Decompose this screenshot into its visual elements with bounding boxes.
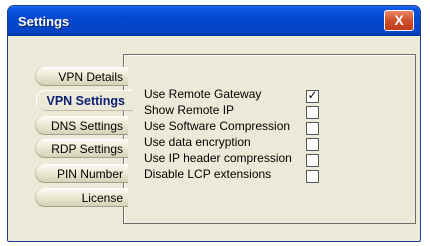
tab-vpn-details[interactable]: VPN Details bbox=[36, 67, 128, 86]
tab-label: PIN Number bbox=[56, 167, 123, 181]
tab-label: RDP Settings bbox=[51, 142, 123, 156]
title-bar[interactable]: Settings X bbox=[8, 6, 420, 36]
tab-label: VPN Details bbox=[58, 70, 123, 84]
option-use-software-compression-label: Use Software Compression bbox=[144, 119, 291, 133]
show-remote-ip-checkbox[interactable] bbox=[306, 106, 319, 119]
tab-dns-settings[interactable]: DNS Settings bbox=[36, 116, 128, 135]
use-data-encryption-checkbox[interactable] bbox=[306, 138, 319, 151]
use-software-compression-checkbox[interactable] bbox=[306, 122, 319, 135]
tab-label: DNS Settings bbox=[50, 119, 123, 133]
tab-pin-number[interactable]: PIN Number bbox=[36, 164, 128, 183]
use-ip-header-compression-checkbox[interactable] bbox=[306, 154, 319, 167]
close-button[interactable]: X bbox=[384, 10, 414, 31]
tab-label: License bbox=[81, 191, 123, 205]
window-title: Settings bbox=[18, 14, 70, 29]
tab-license[interactable]: License bbox=[36, 188, 128, 207]
tab-rdp-settings[interactable]: RDP Settings bbox=[36, 139, 128, 158]
settings-window: Settings X VPN Details VPN Settings DNS … bbox=[7, 5, 421, 242]
option-disable-lcp-extensions-label: Disable LCP extensions bbox=[144, 167, 272, 181]
tab-vpn-settings[interactable]: VPN Settings bbox=[37, 90, 133, 111]
use-remote-gateway-checkbox[interactable]: ✓ bbox=[306, 88, 319, 103]
option-use-remote-gateway-label: Use Remote Gateway bbox=[144, 87, 262, 101]
option-show-remote-ip-label: Show Remote IP bbox=[144, 103, 235, 117]
checkmark-icon: ✓ bbox=[307, 88, 318, 102]
disable-lcp-extensions-checkbox[interactable] bbox=[306, 170, 319, 183]
option-use-ip-header-compression-label: Use IP header compression bbox=[144, 151, 292, 165]
close-icon: X bbox=[394, 12, 404, 28]
tab-label: VPN Settings bbox=[46, 94, 126, 108]
option-use-data-encryption-label: Use data encryption bbox=[144, 135, 251, 149]
